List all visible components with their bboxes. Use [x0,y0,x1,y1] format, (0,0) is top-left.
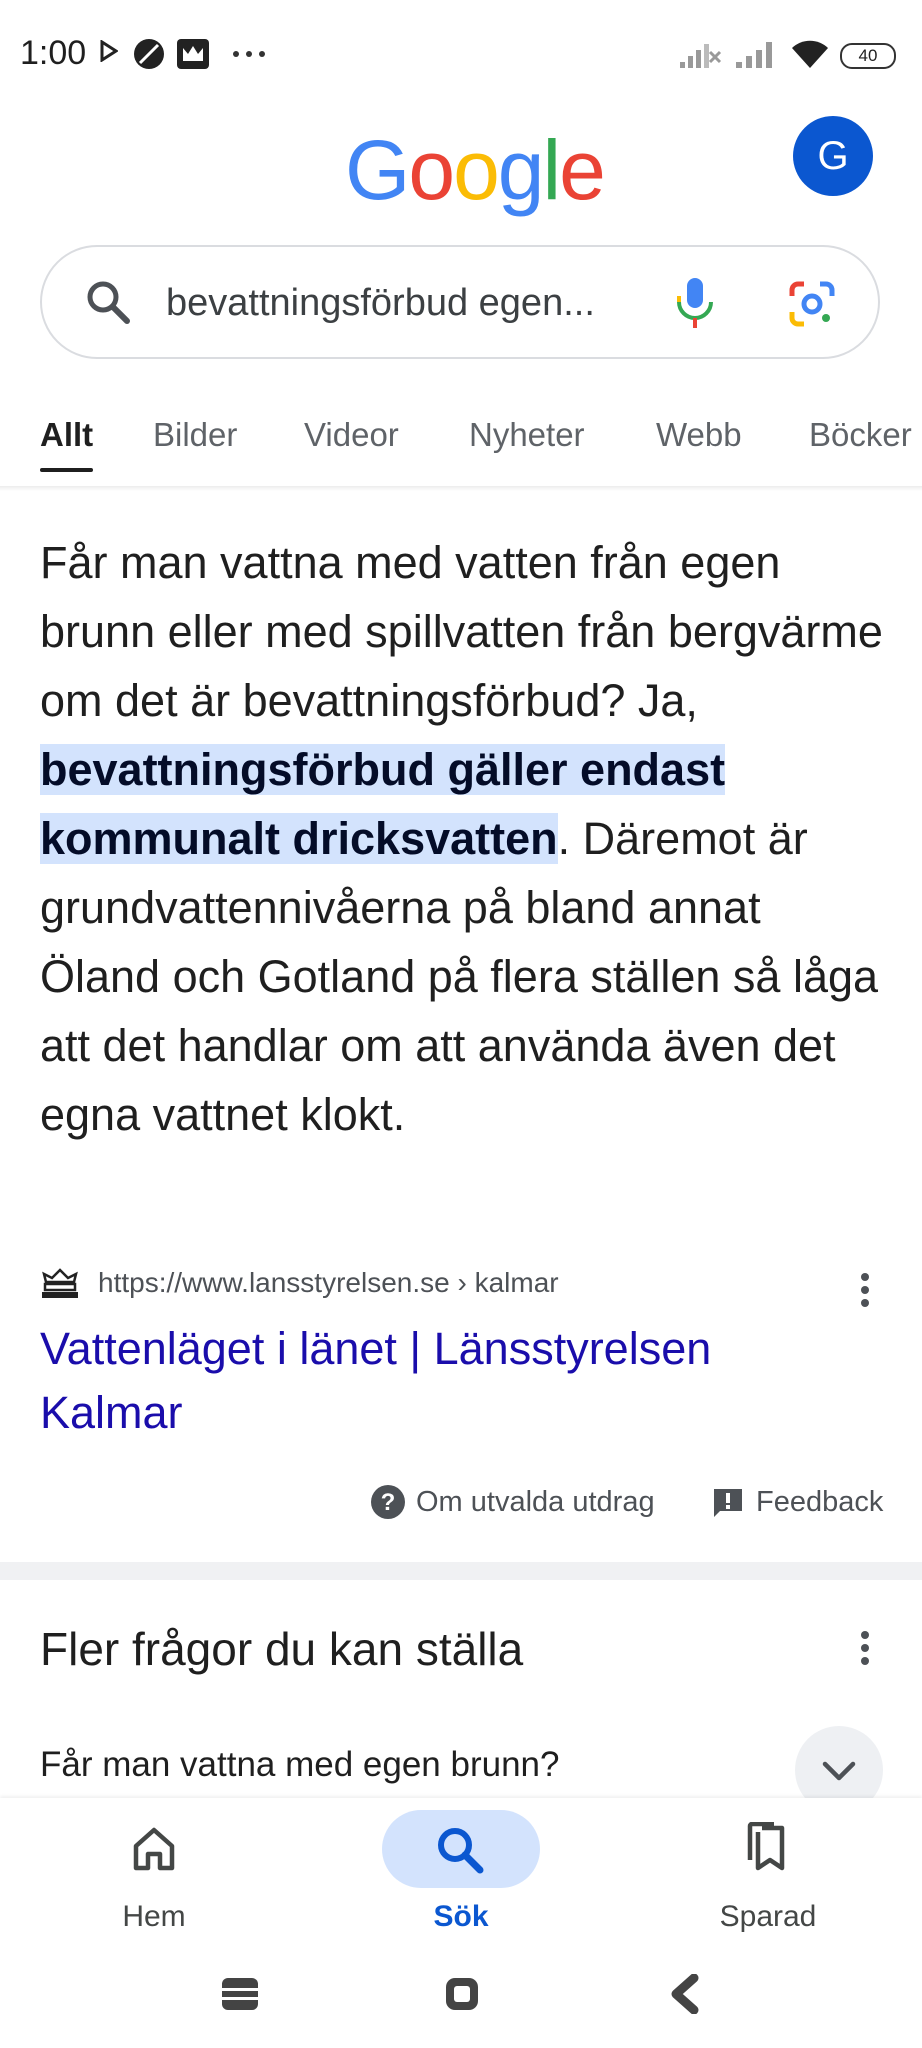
paa-menu-icon[interactable] [860,1630,870,1666]
snippet-text-before: Får man vattna med vatten från egen brun… [40,537,883,726]
play-icon [100,40,118,62]
about-snippet-link[interactable]: Om utvalda utdrag [416,1486,655,1519]
saved-icon[interactable] [746,1822,790,1872]
nav-hem-label[interactable]: Hem [96,1900,212,1934]
status-time: 1:00 [20,34,87,72]
site-favicon-icon [40,1268,80,1300]
paa-question[interactable]: Får man vattna med egen brunn? [40,1745,559,1785]
google-lens-icon[interactable] [788,280,836,328]
back-icon[interactable] [668,1974,700,2014]
app-notification-icon [132,37,166,71]
nav-sparad-label[interactable]: Sparad [700,1900,836,1934]
signal-icon [734,38,776,70]
nav-sok-label[interactable]: Sök [402,1900,520,1934]
tab-nyheter[interactable]: Nyheter [469,416,585,454]
home-icon[interactable] [130,1826,178,1872]
more-notifications-icon [232,50,266,58]
search-nav-icon[interactable] [434,1824,486,1876]
home-system-icon[interactable] [444,1976,480,2012]
featured-snippet-text: Får man vattna med vatten från egen brun… [40,528,890,1149]
tab-bilder[interactable]: Bilder [153,416,237,454]
tab-webb[interactable]: Webb [656,416,742,454]
battery-indicator: 40 [840,43,896,69]
search-input[interactable]: bevattningsförbud egen... [166,282,595,325]
feedback-link[interactable]: Feedback [756,1486,883,1519]
active-tab-indicator [40,468,93,472]
svg-text:?: ? [381,1489,396,1516]
tab-bocker[interactable]: Böcker [809,416,922,454]
google-logo: Google [345,123,606,217]
help-circle-icon: ? [370,1484,406,1520]
result-title-link[interactable]: Vattenläget i länet | Länsstyrelsen Kalm… [40,1317,840,1445]
paa-title: Fler frågor du kan ställa [40,1623,524,1675]
wifi-icon [790,38,830,70]
signal-no-service-icon [678,38,722,70]
result-menu-icon[interactable] [860,1272,870,1308]
feedback-icon [712,1487,744,1519]
tab-videor[interactable]: Videor [304,416,399,454]
search-icon [84,278,132,326]
recent-apps-icon[interactable] [222,1978,258,2010]
crown-app-icon [176,38,210,70]
tabs-divider [0,486,922,491]
result-url[interactable]: https://www.lansstyrelsen.se › kalmar [98,1267,559,1299]
account-avatar[interactable]: G [793,116,873,196]
microphone-icon[interactable] [674,276,716,332]
section-divider [0,1562,922,1580]
status-bar: 1:00 40 [0,0,922,110]
tab-allt[interactable]: Allt [40,416,93,454]
